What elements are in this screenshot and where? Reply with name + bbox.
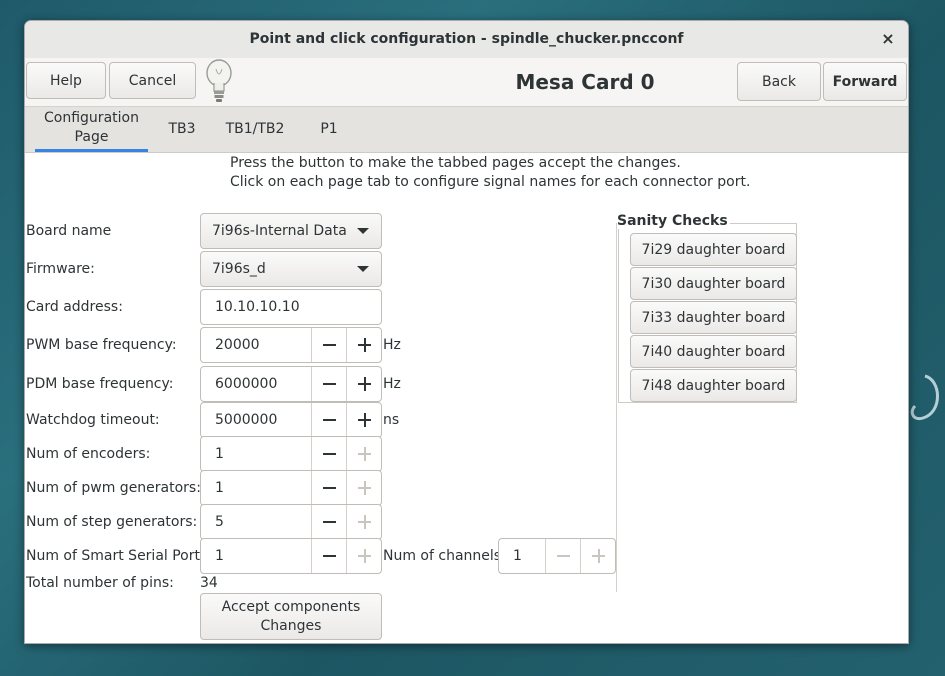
instruction-line-1: Press the button to make the tabbed page… [230,155,681,171]
pwm-generators-value[interactable]: 1 [215,471,224,505]
decrement-icon[interactable] [311,437,346,471]
smart-serial-value[interactable]: 1 [215,539,224,573]
increment-icon [346,505,381,539]
pncconf-window: Point and click configuration - spindle_… [24,20,909,644]
board-name-combo[interactable]: 7i96s-Internal Data [200,213,382,249]
pwm-generators-label: Num of pwm generators: [26,480,201,496]
increment-icon[interactable] [346,367,381,401]
watchdog-spinner[interactable]: 5000000 [200,402,382,438]
total-pins-label: Total number of pins: [26,575,174,591]
close-icon[interactable]: × [878,21,898,57]
step-generators-label: Num of step generators: [26,514,198,530]
decrement-icon[interactable] [311,367,346,401]
pdm-frequency-spinner[interactable]: 6000000 [200,366,382,402]
card-address-label: Card address: [26,299,123,315]
decrement-icon [545,539,580,573]
watchdog-value[interactable]: 5000000 [215,403,277,437]
pdm-frequency-value[interactable]: 6000000 [215,367,277,401]
decrement-icon[interactable] [311,539,346,573]
step-generators-value[interactable]: 5 [215,505,224,539]
instruction-line-2: Click on each page tab to configure sign… [230,174,751,190]
pwm-frequency-unit: Hz [383,337,401,353]
7i33-daughter-board-button[interactable]: 7i33 daughter board [630,301,797,334]
cancel-button[interactable]: Cancel [109,62,196,99]
tab-p1[interactable]: P1 [311,107,347,152]
desktop-swirl-icon [910,374,939,421]
encoders-value[interactable]: 1 [215,437,224,471]
pwm-frequency-spinner[interactable]: 20000 [200,327,382,363]
help-button[interactable]: Help [26,62,106,99]
decrement-icon[interactable] [311,471,346,505]
increment-icon [346,471,381,505]
watchdog-unit: ns [383,412,400,428]
total-pins-value: 34 [200,575,218,591]
sanity-checks-title: Sanity Checks [617,213,730,229]
configuration-page: Press the button to make the tabbed page… [25,153,908,643]
smart-serial-label: Num of Smart Serial Ports: [26,548,213,564]
channels-spinner: 1 [498,538,616,574]
chevron-down-icon [357,228,369,234]
board-name-value: 7i96s-Internal Data [212,223,347,239]
accept-components-button[interactable]: Accept components Changes [200,593,382,640]
firmware-combo[interactable]: 7i96s_d [200,251,382,287]
increment-icon [580,539,615,573]
increment-icon [346,539,381,573]
pwm-frequency-value[interactable]: 20000 [215,328,260,362]
board-name-label: Board name [26,223,112,239]
tab-bar: Configuration Page TB3 TB1/TB2 P1 [25,107,908,153]
pdm-frequency-label: PDM base frequency: [26,376,174,392]
decrement-icon[interactable] [311,403,346,437]
pwm-frequency-label: PWM base frequency: [26,337,177,353]
7i48-daughter-board-button[interactable]: 7i48 daughter board [630,369,797,402]
title-bar: Point and click configuration - spindle_… [25,21,908,58]
tab-tb3[interactable]: TB3 [158,107,206,152]
firmware-value: 7i96s_d [212,261,266,277]
increment-icon[interactable] [346,328,381,362]
channels-value: 1 [513,548,522,564]
encoders-label: Num of encoders: [26,446,151,462]
7i30-daughter-board-button[interactable]: 7i30 daughter board [630,267,797,300]
page-title: Mesa Card 0 [515,70,655,94]
window-title: Point and click configuration - spindle_… [249,31,684,47]
increment-icon[interactable] [346,403,381,437]
tab-tb1-tb2[interactable]: TB1/TB2 [221,107,289,152]
decrement-icon[interactable] [311,328,346,362]
encoders-spinner[interactable]: 1 [200,436,382,472]
header-bar: Help Cancel Mesa Card 0 Back Forward [25,58,908,107]
step-generators-spinner[interactable]: 5 [200,504,382,540]
forward-button[interactable]: Forward [823,62,907,101]
pdm-frequency-unit: Hz [383,376,401,392]
back-button[interactable]: Back [737,62,821,101]
watchdog-label: Watchdog timeout: [26,412,160,428]
chevron-down-icon [357,266,369,272]
tab-configuration-page[interactable]: Configuration Page [35,107,148,152]
lightbulb-icon [206,59,232,102]
firmware-label: Firmware: [26,261,95,277]
channels-label: Num of channels: [383,548,506,564]
vertical-separator [616,223,617,592]
card-address-input[interactable]: 10.10.10.10 [200,289,382,325]
7i40-daughter-board-button[interactable]: 7i40 daughter board [630,335,797,368]
7i29-daughter-board-button[interactable]: 7i29 daughter board [630,233,797,266]
increment-icon [346,437,381,471]
smart-serial-spinner[interactable]: 1 [200,538,382,574]
pwm-generators-spinner[interactable]: 1 [200,470,382,506]
decrement-icon[interactable] [311,505,346,539]
